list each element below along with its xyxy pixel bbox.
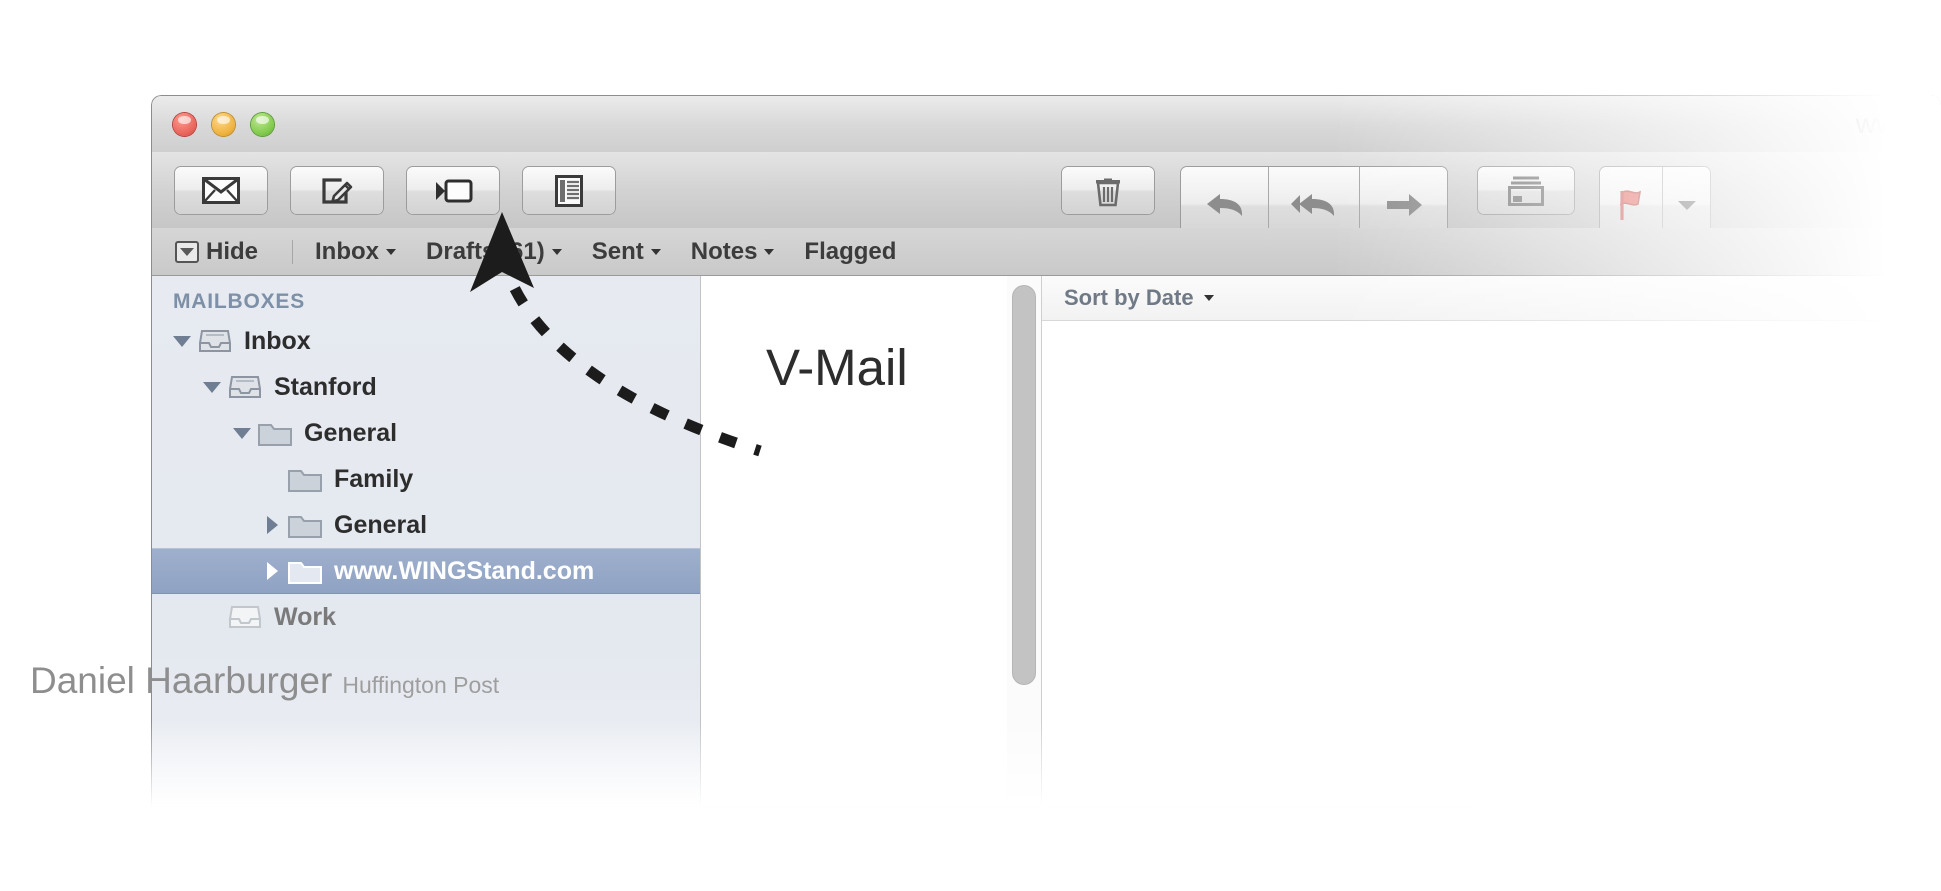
credit-line: Daniel Haarburger Huffington Post xyxy=(30,660,499,702)
credit-organization: Huffington Post xyxy=(342,672,500,698)
screenshot-canvas: www.WINGStand.com — Stan xyxy=(0,0,1941,891)
credit-name: Daniel Haarburger xyxy=(30,660,333,701)
annotation-label: V-Mail xyxy=(766,339,908,396)
